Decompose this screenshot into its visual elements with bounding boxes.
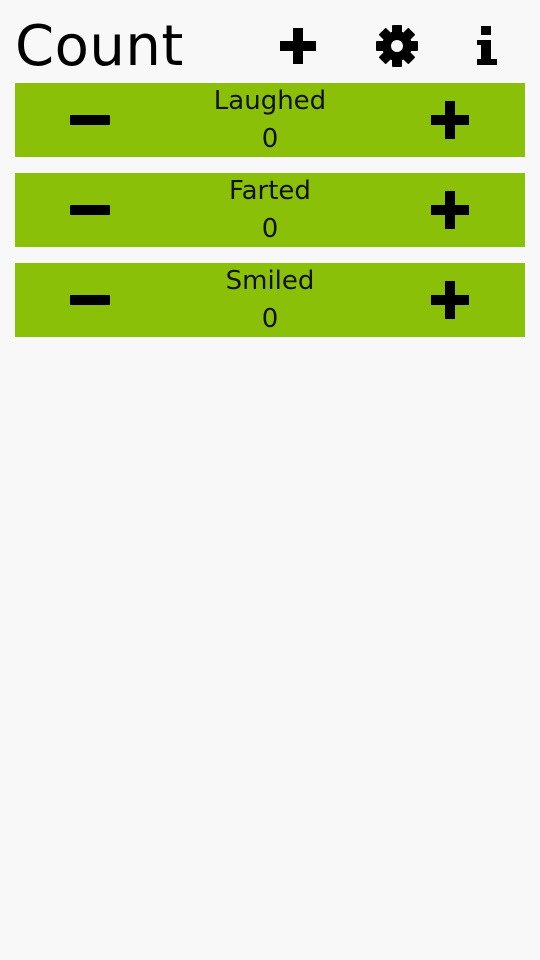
plus-icon xyxy=(431,101,469,139)
decrement-button[interactable] xyxy=(35,263,145,337)
counter-label: Smiled xyxy=(225,266,315,296)
minus-icon xyxy=(70,115,110,125)
counter-label: Farted xyxy=(229,176,311,206)
counter-label: Laughed xyxy=(213,86,327,116)
counter-row: Smiled 0 xyxy=(15,263,525,337)
minus-icon xyxy=(70,295,110,305)
counter-value: 0 xyxy=(261,214,279,244)
increment-button[interactable] xyxy=(395,83,505,157)
add-counter-button[interactable] xyxy=(272,20,324,72)
plus-icon xyxy=(431,281,469,319)
counter-info[interactable]: Smiled 0 xyxy=(165,263,375,337)
decrement-button[interactable] xyxy=(35,83,145,157)
plus-icon xyxy=(280,28,316,64)
app-header: Count xyxy=(0,0,540,82)
decrement-button[interactable] xyxy=(35,173,145,247)
plus-icon xyxy=(431,191,469,229)
counter-row: Laughed 0 xyxy=(15,83,525,157)
app-screen: Count Laughed 0 Farted 0 Smiled 0 xyxy=(0,0,540,960)
counter-list: Laughed 0 Farted 0 Smiled 0 xyxy=(15,83,525,353)
counter-value: 0 xyxy=(261,124,279,154)
increment-button[interactable] xyxy=(395,173,505,247)
settings-button[interactable] xyxy=(371,20,423,72)
counter-row: Farted 0 xyxy=(15,173,525,247)
gear-icon xyxy=(376,25,418,67)
info-icon xyxy=(477,26,497,65)
increment-button[interactable] xyxy=(395,263,505,337)
minus-icon xyxy=(70,205,110,215)
counter-info[interactable]: Laughed 0 xyxy=(165,83,375,157)
counter-info[interactable]: Farted 0 xyxy=(165,173,375,247)
info-button[interactable] xyxy=(461,20,513,72)
counter-value: 0 xyxy=(261,304,279,334)
page-title: Count xyxy=(15,14,184,79)
